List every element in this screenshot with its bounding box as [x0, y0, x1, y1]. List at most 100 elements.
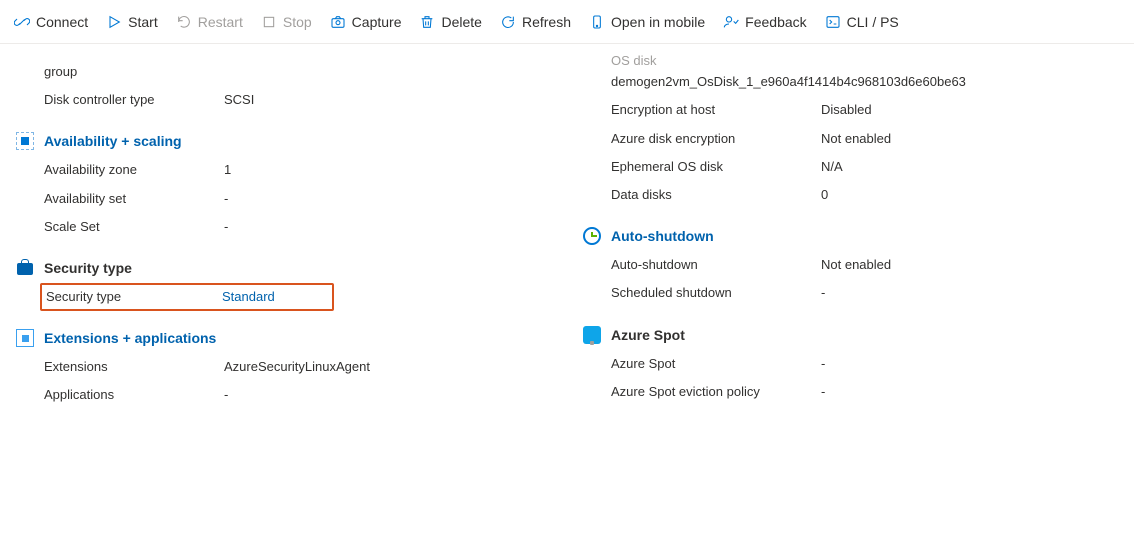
restart-button: Restart [176, 14, 243, 30]
auto-shutdown-section-header[interactable]: Auto-shutdown [611, 227, 1134, 245]
data-disks-value: 0 [821, 186, 1134, 204]
applications-value: - [224, 386, 567, 404]
disk-controller-label: Disk controller type [44, 91, 224, 109]
scale-set-row: Scale Set - [44, 213, 567, 241]
cli-ps-label: CLI / PS [847, 14, 899, 30]
applications-row: Applications - [44, 381, 567, 409]
os-disk-value: demogen2vm_OsDisk_1_e960a4f1414b4c968103… [611, 73, 1134, 91]
delete-icon [419, 14, 435, 30]
security-title: Security type [44, 260, 132, 276]
scale-set-label: Scale Set [44, 218, 224, 236]
scheduled-shutdown-row: Scheduled shutdown - [611, 279, 1134, 307]
ade-label: Azure disk encryption [611, 130, 821, 148]
extensions-row: Extensions AzureSecurityLinuxAgent [44, 353, 567, 381]
start-label: Start [128, 14, 158, 30]
restart-icon [176, 14, 192, 30]
spot-label: Azure Spot [611, 355, 821, 373]
stop-label: Stop [283, 14, 312, 30]
extensions-section-header[interactable]: Extensions + applications [44, 329, 567, 347]
availability-icon [16, 132, 34, 150]
feedback-icon [723, 14, 739, 30]
encryption-host-value: Disabled [821, 101, 1134, 119]
cli-icon [825, 14, 841, 30]
delete-label: Delete [441, 14, 481, 30]
connect-button[interactable]: Connect [14, 14, 88, 30]
play-icon [106, 14, 122, 30]
auto-shutdown-label: Auto-shutdown [611, 256, 821, 274]
mobile-icon [589, 14, 605, 30]
refresh-label: Refresh [522, 14, 571, 30]
refresh-button[interactable]: Refresh [500, 14, 571, 30]
spot-eviction-value: - [821, 383, 1134, 401]
ephemeral-disk-row: Ephemeral OS disk N/A [611, 153, 1134, 181]
command-bar: Connect Start Restart Stop Capture Delet… [0, 0, 1134, 44]
encryption-host-label: Encryption at host [611, 101, 821, 119]
scheduled-shutdown-value: - [821, 284, 1134, 302]
clock-icon [583, 227, 601, 245]
security-icon [16, 259, 34, 277]
ephemeral-disk-label: Ephemeral OS disk [611, 158, 821, 176]
spot-icon [583, 326, 601, 344]
availability-zone-row: Availability zone 1 [44, 156, 567, 184]
availability-set-label: Availability set [44, 190, 224, 208]
group-label: group [44, 63, 224, 81]
auto-shutdown-title[interactable]: Auto-shutdown [611, 228, 714, 244]
spot-row: Azure Spot - [611, 350, 1134, 378]
content-area: group Disk controller type SCSI Availabi… [0, 44, 1134, 416]
delete-button[interactable]: Delete [419, 14, 481, 30]
os-disk-value-row: demogen2vm_OsDisk_1_e960a4f1414b4c968103… [611, 73, 1134, 96]
os-disk-label: OS disk [611, 52, 667, 70]
ade-value: Not enabled [821, 130, 1134, 148]
open-mobile-button[interactable]: Open in mobile [589, 14, 705, 30]
restart-label: Restart [198, 14, 243, 30]
extensions-icon [16, 329, 34, 347]
right-column: OS disk demogen2vm_OsDisk_1_e960a4f1414b… [567, 52, 1134, 416]
spot-eviction-label: Azure Spot eviction policy [611, 383, 821, 401]
feedback-button[interactable]: Feedback [723, 14, 806, 30]
availability-zone-value: 1 [224, 161, 567, 179]
availability-title[interactable]: Availability + scaling [44, 133, 182, 149]
ade-row: Azure disk encryption Not enabled [611, 125, 1134, 153]
stop-button: Stop [261, 14, 312, 30]
availability-set-row: Availability set - [44, 185, 567, 213]
spot-title: Azure Spot [611, 327, 685, 343]
spot-eviction-row: Azure Spot eviction policy - [611, 378, 1134, 406]
cli-ps-button[interactable]: CLI / PS [825, 14, 899, 30]
spot-value: - [821, 355, 1134, 373]
data-disks-label: Data disks [611, 186, 821, 204]
start-button[interactable]: Start [106, 14, 158, 30]
scheduled-shutdown-label: Scheduled shutdown [611, 284, 821, 302]
group-row: group [44, 58, 567, 86]
scale-set-value: - [224, 218, 567, 236]
open-mobile-label: Open in mobile [611, 14, 705, 30]
security-type-label: Security type [42, 288, 222, 306]
top-section: group Disk controller type SCSI Availabi… [0, 52, 567, 416]
security-type-row: Security type Standard [40, 283, 334, 311]
extensions-value: AzureSecurityLinuxAgent [224, 358, 567, 376]
data-disks-row: Data disks 0 [611, 181, 1134, 209]
availability-set-value: - [224, 190, 567, 208]
encryption-host-row: Encryption at host Disabled [611, 96, 1134, 124]
availability-section-header[interactable]: Availability + scaling [44, 132, 567, 150]
connect-label: Connect [36, 14, 88, 30]
availability-zone-label: Availability zone [44, 161, 224, 179]
auto-shutdown-value: Not enabled [821, 256, 1134, 274]
extensions-title[interactable]: Extensions + applications [44, 330, 216, 346]
left-column: group Disk controller type SCSI Availabi… [0, 52, 567, 416]
security-section-header: Security type [44, 259, 567, 277]
capture-button[interactable]: Capture [330, 14, 402, 30]
connect-icon [14, 14, 30, 30]
auto-shutdown-row: Auto-shutdown Not enabled [611, 251, 1134, 279]
ephemeral-disk-value: N/A [821, 158, 1134, 176]
capture-label: Capture [352, 14, 402, 30]
disk-controller-row: Disk controller type SCSI [44, 86, 567, 114]
disk-controller-value: SCSI [224, 91, 567, 109]
stop-icon [261, 14, 277, 30]
security-type-value[interactable]: Standard [222, 288, 326, 306]
applications-label: Applications [44, 386, 224, 404]
feedback-label: Feedback [745, 14, 806, 30]
refresh-icon [500, 14, 516, 30]
disk-section: OS disk demogen2vm_OsDisk_1_e960a4f1414b… [567, 52, 1134, 412]
capture-icon [330, 14, 346, 30]
extensions-label: Extensions [44, 358, 224, 376]
